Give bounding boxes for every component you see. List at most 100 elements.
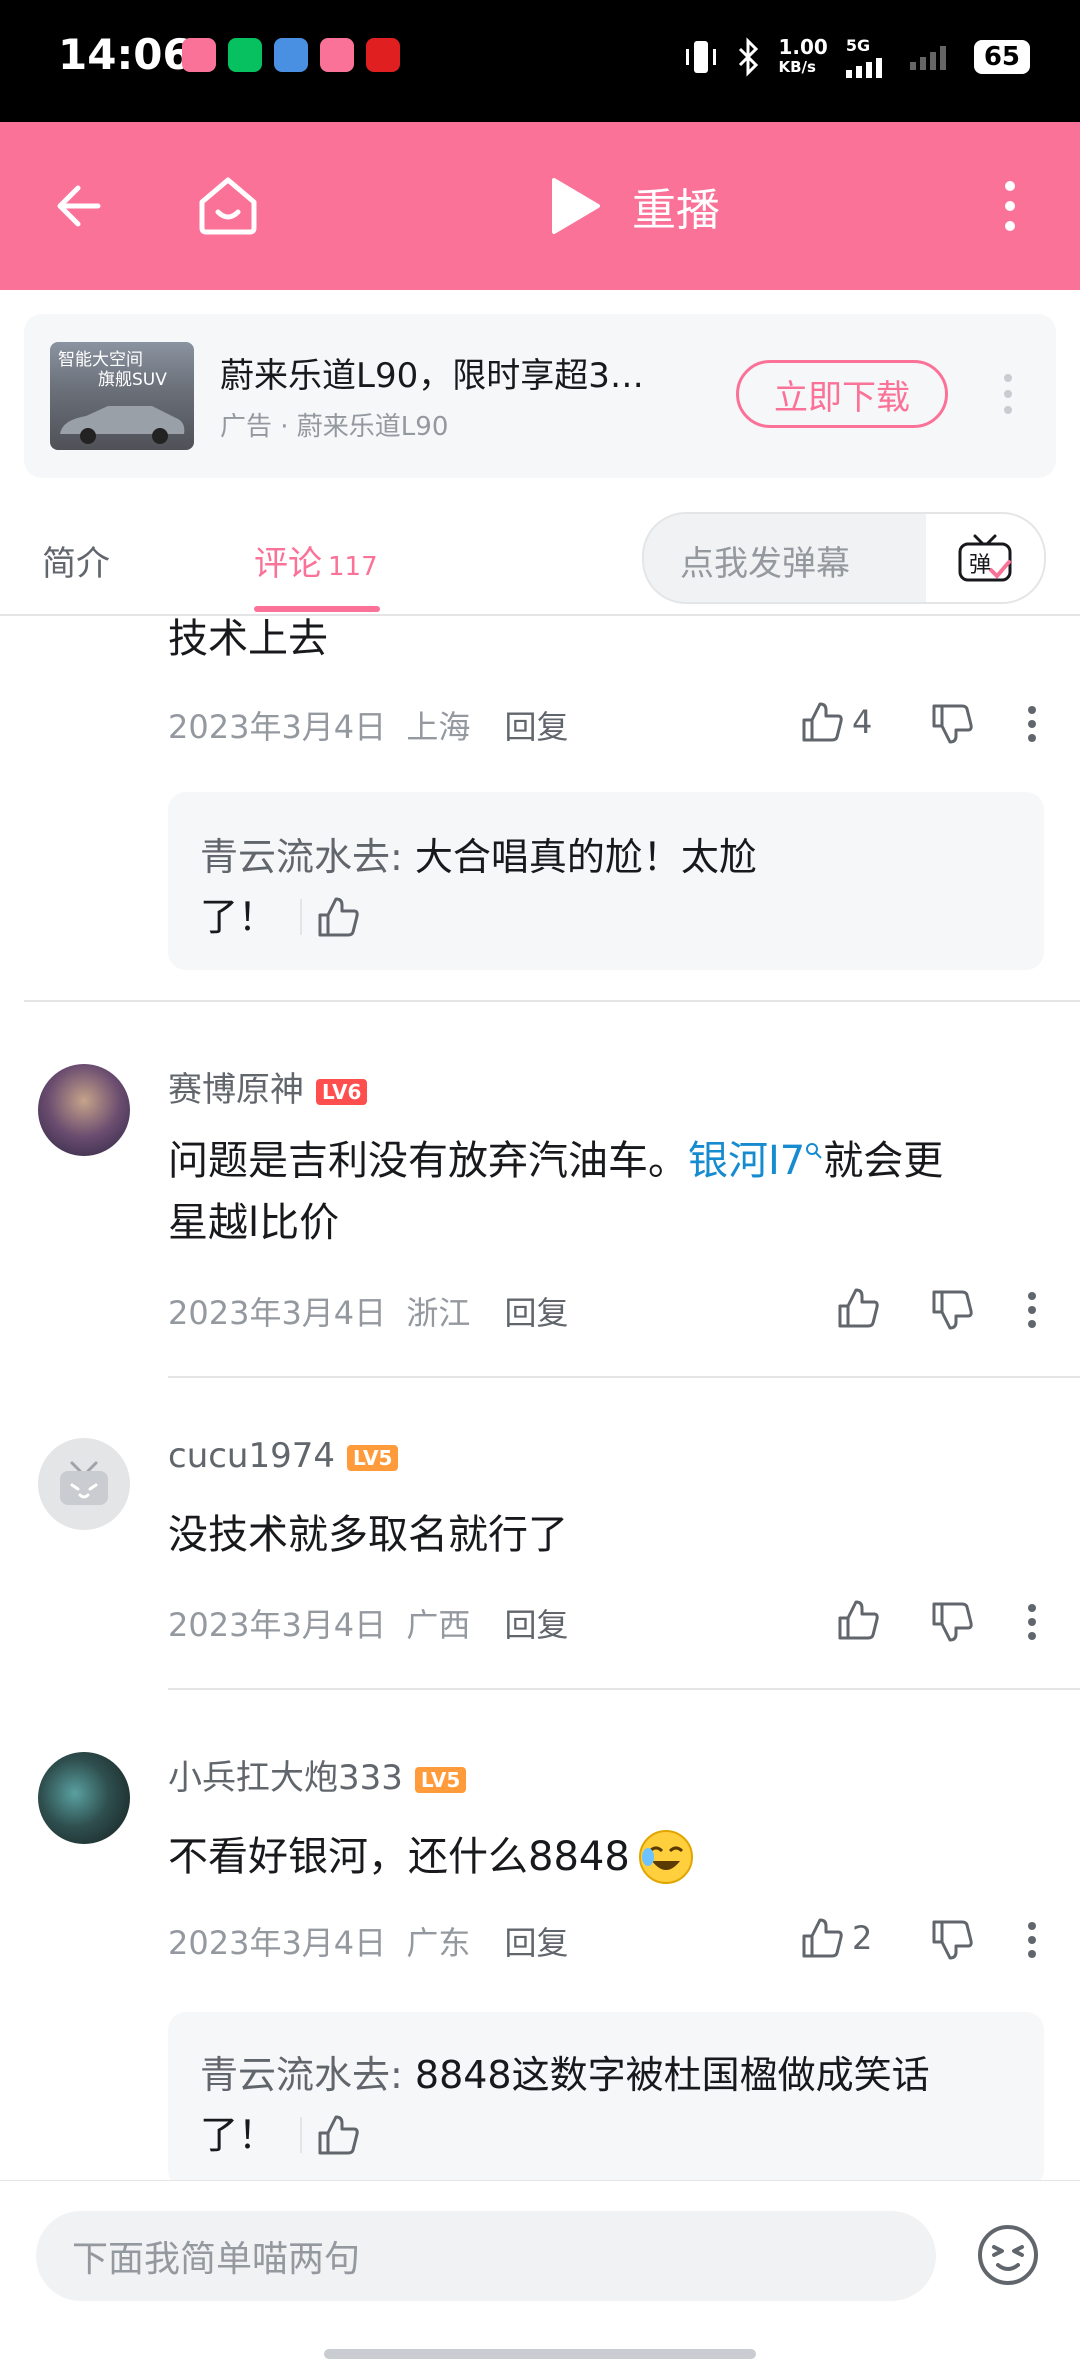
sub-reply-author[interactable]: 青云流水去 — [200, 835, 390, 879]
tab-comments[interactable]: 评论 117 — [254, 536, 378, 585]
signal-5g: 5G — [845, 36, 892, 78]
level-badge: LV6 — [316, 1078, 368, 1105]
comment-date: 2023年3月4日 — [168, 1294, 387, 1332]
comment-text: 不看好银河，还什么8848 — [168, 1826, 696, 1888]
replay-button[interactable]: 重播 — [548, 174, 720, 238]
thumbs-down-icon[interactable] — [930, 1600, 974, 1644]
comment-date: 2023年3月4日 — [168, 1924, 387, 1962]
sub-reply-line2: 了！ — [200, 2104, 360, 2166]
vibrate-icon — [686, 41, 717, 73]
ad-more-icon[interactable] — [1002, 372, 1014, 416]
default-avatar-icon — [60, 1461, 108, 1505]
comments-count: 117 — [328, 552, 378, 582]
danmaku-placeholder: 点我发弹幕 — [680, 544, 850, 584]
comment-location: 上海 — [406, 708, 471, 746]
avatar[interactable] — [38, 1064, 130, 1156]
comment-text: 没技术就多取名就行了 — [168, 1512, 568, 1558]
home-indicator[interactable] — [324, 2349, 756, 2359]
more-menu-icon[interactable] — [1000, 178, 1020, 234]
ad-thumbnail: 智能大空间 旗舰SUV — [50, 342, 194, 450]
thumbs-up-icon — [802, 1918, 843, 1958]
phone-app-notification-icon — [228, 38, 262, 72]
comment-username[interactable]: cucu1974 LV5 — [168, 1436, 399, 1476]
danmaku-toggle-button[interactable]: 弹 — [926, 514, 1044, 602]
like-button[interactable]: 2 — [800, 1916, 872, 1960]
comment-username[interactable]: 小兵扛大炮333 LV5 — [168, 1750, 467, 1799]
comment-input[interactable]: 下面我简单喵两句 — [36, 2211, 936, 2301]
status-indicators: 1.00 KB/s 5G 65 — [684, 36, 1030, 78]
reply-button[interactable]: 回复 — [505, 1606, 569, 1644]
sub-reply-box[interactable]: 青云流水去: 大合唱真的尬！太尬 了！ — [168, 792, 1044, 970]
comment-meta: 2023年3月4日 广西 回复 — [168, 1600, 569, 1646]
thumbs-up-icon[interactable] — [836, 1286, 880, 1330]
ad-thumbnail-caption: 智能大空间 旗舰SUV — [58, 350, 167, 390]
signal-bars-icon — [845, 58, 882, 78]
thumbs-down-icon[interactable] — [930, 702, 974, 746]
thumbs-down-icon[interactable] — [930, 1288, 974, 1332]
thumbs-down-icon[interactable] — [930, 1918, 974, 1962]
comment-meta: 2023年3月4日 浙江 回复 — [168, 1288, 569, 1334]
home-icon[interactable] — [196, 174, 260, 238]
ad-title: 蔚来乐道L90，限时享超3… — [220, 356, 644, 396]
tab-bar: 简介 评论 117 点我发弹幕 弹 — [0, 498, 1080, 616]
comment-location: 广西 — [406, 1606, 471, 1644]
sub-reply-line1: 青云流水去: 大合唱真的尬！太尬 — [200, 835, 757, 879]
news-app-notification-icon — [366, 38, 400, 72]
danmaku-input[interactable]: 点我发弹幕 弹 — [642, 512, 1046, 604]
comment-divider — [24, 1000, 1080, 1002]
danmaku-tv-icon: 弹 — [957, 532, 1013, 584]
comment-location: 浙江 — [406, 1294, 471, 1332]
comment-location: 广东 — [406, 1924, 471, 1962]
tab-intro[interactable]: 简介 — [42, 536, 110, 585]
sub-reply-like-icon[interactable] — [316, 2113, 360, 2157]
thumbs-up-icon — [802, 702, 843, 742]
bilibili-notification-icon — [182, 38, 216, 72]
sub-reply-like-icon[interactable] — [316, 895, 360, 939]
like-count: 4 — [852, 703, 873, 741]
comment-meta: 2023年3月4日 广东 回复 — [168, 1918, 569, 1964]
comment-more-icon[interactable] — [1026, 706, 1038, 742]
search-link[interactable]: 银河I7 — [688, 1138, 805, 1184]
sub-reply-line1: 青云流水去: 8848这数字被杜国楹做成笑话 — [200, 2053, 930, 2097]
bilibili-notification-icon-2 — [320, 38, 354, 72]
clock: 14:06 — [58, 30, 192, 79]
avatar[interactable] — [38, 1438, 130, 1530]
bluetooth-icon — [739, 37, 759, 77]
search-icon — [806, 1143, 822, 1159]
comment-username[interactable]: 赛博原神 LV6 — [168, 1062, 368, 1111]
comment-divider — [168, 1376, 1080, 1378]
comment-input-bar: 下面我简单喵两句 — [0, 2180, 1080, 2377]
like-count: 2 — [852, 1919, 873, 1957]
messages-notification-icon — [274, 38, 308, 72]
thumbs-up-icon[interactable] — [836, 1598, 880, 1642]
comment-text: 问题是吉利没有放弃汽油车。银河I7 就会更 星越l比价 — [168, 1138, 944, 1246]
comment-date: 2023年3月4日 — [168, 1606, 387, 1644]
laughing-emoji-icon — [638, 1830, 693, 1884]
sub-reply-line2: 了！ — [200, 886, 360, 948]
comment-meta: 2023年3月4日 上海 回复 — [168, 702, 569, 748]
ad-subtitle: 广告 · 蔚来乐道L90 — [220, 412, 449, 442]
comment-more-icon[interactable] — [1026, 1922, 1038, 1958]
ad-banner[interactable]: 智能大空间 旗舰SUV 蔚来乐道L90，限时享超3… 广告 · 蔚来乐道L90 … — [24, 314, 1056, 478]
replay-label: 重播 — [632, 185, 720, 236]
like-button[interactable]: 4 — [800, 700, 872, 744]
comment-more-icon[interactable] — [1026, 1604, 1038, 1640]
status-bar: 14:06 1.00 KB/s 5G 65 — [0, 0, 1080, 122]
avatar[interactable] — [38, 1752, 130, 1844]
emoji-icon[interactable] — [976, 2223, 1040, 2287]
comment-text: 技术上去 — [168, 616, 328, 662]
reply-button[interactable]: 回复 — [505, 1924, 569, 1962]
sub-reply-box[interactable]: 青云流水去: 8848这数字被杜国楹做成笑话 了！ — [168, 2012, 1044, 2188]
download-button[interactable]: 立即下载 — [736, 360, 948, 428]
reply-button[interactable]: 回复 — [505, 708, 569, 746]
level-badge: LV5 — [347, 1444, 399, 1471]
comment-more-icon[interactable] — [1026, 1292, 1038, 1328]
signal-bars-secondary-icon — [909, 46, 946, 70]
reply-button[interactable]: 回复 — [505, 1294, 569, 1332]
play-icon — [552, 178, 600, 234]
sub-reply-author[interactable]: 青云流水去 — [200, 2053, 390, 2097]
battery-indicator: 65 — [973, 40, 1030, 74]
player-header: 重播 — [0, 122, 1080, 290]
car-icon — [60, 406, 185, 444]
back-arrow-icon[interactable] — [54, 180, 106, 232]
